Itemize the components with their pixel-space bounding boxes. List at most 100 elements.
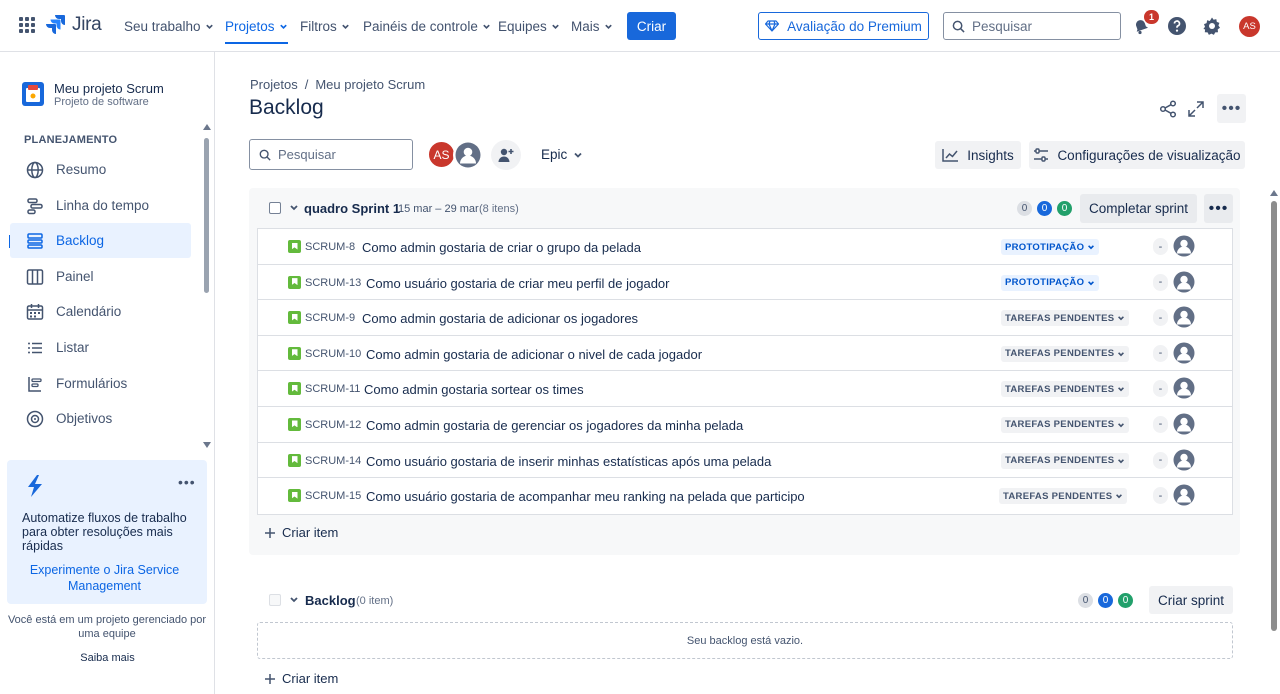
status-dropdown[interactable]: TAREFAS PENDENTES xyxy=(1001,416,1130,433)
issue-row[interactable]: SCRUM-14 Como usuário gostaria de inseri… xyxy=(258,443,1232,479)
assignee-avatar-icon[interactable] xyxy=(1173,484,1195,506)
assignee-avatar-icon[interactable] xyxy=(1173,449,1195,471)
user-avatar[interactable]: AS xyxy=(1239,16,1260,37)
assignee-avatar-icon[interactable] xyxy=(1173,235,1195,257)
assignee-avatar-icon[interactable] xyxy=(1173,342,1195,364)
sprint-more-button[interactable]: ••• xyxy=(1204,194,1233,223)
premium-trial-button[interactable]: Avaliação do Premium xyxy=(758,12,929,40)
create-sprint-button[interactable]: Criar sprint xyxy=(1149,586,1233,614)
issue-row[interactable]: SCRUM-9 Como admin gostaria de adicionar… xyxy=(258,300,1232,336)
issue-row[interactable]: SCRUM-12 Como admin gostaria de gerencia… xyxy=(258,407,1232,443)
insights-button[interactable]: Insights xyxy=(935,141,1021,169)
assignee-avatar-icon[interactable] xyxy=(1173,306,1195,328)
status-dropdown[interactable]: TAREFAS PENDENTES xyxy=(999,488,1128,505)
sidebar-item-forms[interactable]: Formulários xyxy=(10,366,191,401)
nav-projects[interactable]: Projetos xyxy=(225,0,288,52)
issue-summary[interactable]: Como admin gostaria de adicionar o nivel… xyxy=(366,347,702,362)
sidebar-item-summary[interactable]: Resumo xyxy=(10,152,191,187)
app-switcher-icon[interactable] xyxy=(18,16,36,34)
sprint-name[interactable]: quadro Sprint 1 xyxy=(304,201,400,216)
issue-summary[interactable]: Como usuário gostaria de inserir minhas … xyxy=(366,454,771,469)
help-icon[interactable] xyxy=(1167,16,1187,36)
fullscreen-icon[interactable] xyxy=(1187,100,1205,118)
breadcrumb-projects[interactable]: Projetos xyxy=(250,77,298,92)
issue-row[interactable]: SCRUM-13 Como usuário gostaria de criar … xyxy=(258,265,1232,301)
issue-summary[interactable]: Como admin gostaria de adicionar os joga… xyxy=(362,311,638,326)
status-dropdown[interactable]: PROTOTIPAÇÃO xyxy=(1001,239,1100,255)
sidebar-item-list[interactable]: Listar xyxy=(10,330,191,365)
unassigned-avatar-icon[interactable] xyxy=(453,140,483,170)
global-search-input[interactable]: Pesquisar xyxy=(943,12,1121,40)
issue-key[interactable]: SCRUM-12 xyxy=(305,419,361,431)
issue-row[interactable]: SCRUM-8 Como admin gostaria de criar o g… xyxy=(258,229,1232,265)
project-name[interactable]: Meu projeto Scrum xyxy=(54,81,164,96)
assignee-avatar-icon[interactable] xyxy=(1173,377,1195,399)
main-scrollbar[interactable] xyxy=(1271,201,1277,631)
chevron-down-icon[interactable] xyxy=(289,203,299,213)
issue-key[interactable]: SCRUM-10 xyxy=(305,348,361,360)
issue-key[interactable]: SCRUM-8 xyxy=(305,241,355,253)
sprint-select-checkbox[interactable] xyxy=(269,202,281,214)
assignee-avatar-icon[interactable] xyxy=(1173,271,1195,293)
sidebar-scrollbar[interactable] xyxy=(204,138,209,293)
promo-more-icon[interactable]: ••• xyxy=(178,474,196,490)
issue-row[interactable]: SCRUM-10 Como admin gostaria de adiciona… xyxy=(258,336,1232,372)
scroll-up-arrow-icon[interactable] xyxy=(1270,190,1278,196)
nav-teams[interactable]: Equipes xyxy=(498,0,560,52)
issue-key[interactable]: SCRUM-9 xyxy=(305,312,355,324)
project-avatar-icon[interactable] xyxy=(22,82,44,106)
status-dropdown[interactable]: PROTOTIPAÇÃO xyxy=(1001,274,1100,291)
backlog-select-checkbox[interactable] xyxy=(269,594,281,606)
sprint-create-item-button[interactable]: Criar item xyxy=(264,525,338,540)
issue-summary[interactable]: Como admin gostaria de criar o grupo da … xyxy=(362,240,641,255)
sidebar-item-backlog[interactable]: Backlog xyxy=(10,223,191,258)
page-more-button[interactable]: ••• xyxy=(1217,94,1246,123)
scroll-down-arrow-icon[interactable] xyxy=(203,442,211,448)
nav-your-work[interactable]: Seu trabalho xyxy=(124,0,214,52)
assignee-filter-avatar[interactable]: AS xyxy=(427,140,456,169)
nav-filters[interactable]: Filtros xyxy=(300,0,350,52)
jira-logo[interactable]: Jira xyxy=(46,14,102,36)
status-dropdown[interactable]: TAREFAS PENDENTES xyxy=(1001,452,1130,469)
assignee-avatar-icon[interactable] xyxy=(1173,413,1195,435)
backlog-create-item-button[interactable]: Criar item xyxy=(264,671,338,686)
issue-summary[interactable]: Como admin gostaria de gerenciar os joga… xyxy=(366,418,743,433)
issue-key[interactable]: SCRUM-14 xyxy=(305,455,361,467)
story-points-estimate[interactable]: - xyxy=(1153,451,1168,469)
backlog-search-input[interactable]: Pesquisar xyxy=(249,139,413,170)
issue-key[interactable]: SCRUM-13 xyxy=(305,277,361,289)
story-points-estimate[interactable]: - xyxy=(1153,309,1168,327)
story-points-estimate[interactable]: - xyxy=(1153,344,1168,362)
chevron-down-icon[interactable] xyxy=(289,595,299,605)
sidebar-item-board[interactable]: Painel xyxy=(10,259,191,294)
status-dropdown[interactable]: TAREFAS PENDENTES xyxy=(1001,381,1130,398)
create-button[interactable]: Criar xyxy=(627,12,676,40)
view-settings-button[interactable]: Configurações de visualização xyxy=(1029,141,1245,169)
add-people-button[interactable] xyxy=(491,140,521,170)
scroll-up-arrow-icon[interactable] xyxy=(203,124,211,130)
issue-row[interactable]: SCRUM-11 Como admin gostaria sortear os … xyxy=(258,371,1232,407)
share-icon[interactable] xyxy=(1159,100,1177,118)
promo-link[interactable]: Experimente o Jira Service Management xyxy=(22,562,187,594)
nav-dashboards[interactable]: Painéis de controle xyxy=(363,0,491,52)
story-points-estimate[interactable]: - xyxy=(1153,238,1168,255)
issue-key[interactable]: SCRUM-11 xyxy=(305,383,360,395)
issue-summary[interactable]: Como usuário gostaria de criar meu perfi… xyxy=(366,276,670,291)
complete-sprint-button[interactable]: Completar sprint xyxy=(1080,194,1197,223)
status-dropdown[interactable]: TAREFAS PENDENTES xyxy=(1001,345,1130,362)
issue-row[interactable]: SCRUM-15 Como usuário gostaria de acompa… xyxy=(258,478,1232,514)
story-points-estimate[interactable]: - xyxy=(1153,487,1168,505)
sidebar-item-calendar[interactable]: Calendário xyxy=(10,294,191,329)
nav-more[interactable]: Mais xyxy=(571,0,613,52)
story-points-estimate[interactable]: - xyxy=(1153,380,1168,398)
sidebar-item-timeline[interactable]: Linha do tempo xyxy=(10,188,191,223)
issue-summary[interactable]: Como usuário gostaria de acompanhar meu … xyxy=(366,489,805,504)
epic-filter-dropdown[interactable]: Epic xyxy=(541,147,583,162)
story-points-estimate[interactable]: - xyxy=(1153,273,1168,291)
story-points-estimate[interactable]: - xyxy=(1153,415,1168,433)
status-dropdown[interactable]: TAREFAS PENDENTES xyxy=(1001,310,1130,327)
issue-summary[interactable]: Como admin gostaria sortear os times xyxy=(364,382,584,397)
learn-more-link[interactable]: Saiba mais xyxy=(0,652,215,664)
settings-gear-icon[interactable] xyxy=(1202,16,1222,36)
sidebar-item-goals[interactable]: Objetivos xyxy=(10,401,191,436)
